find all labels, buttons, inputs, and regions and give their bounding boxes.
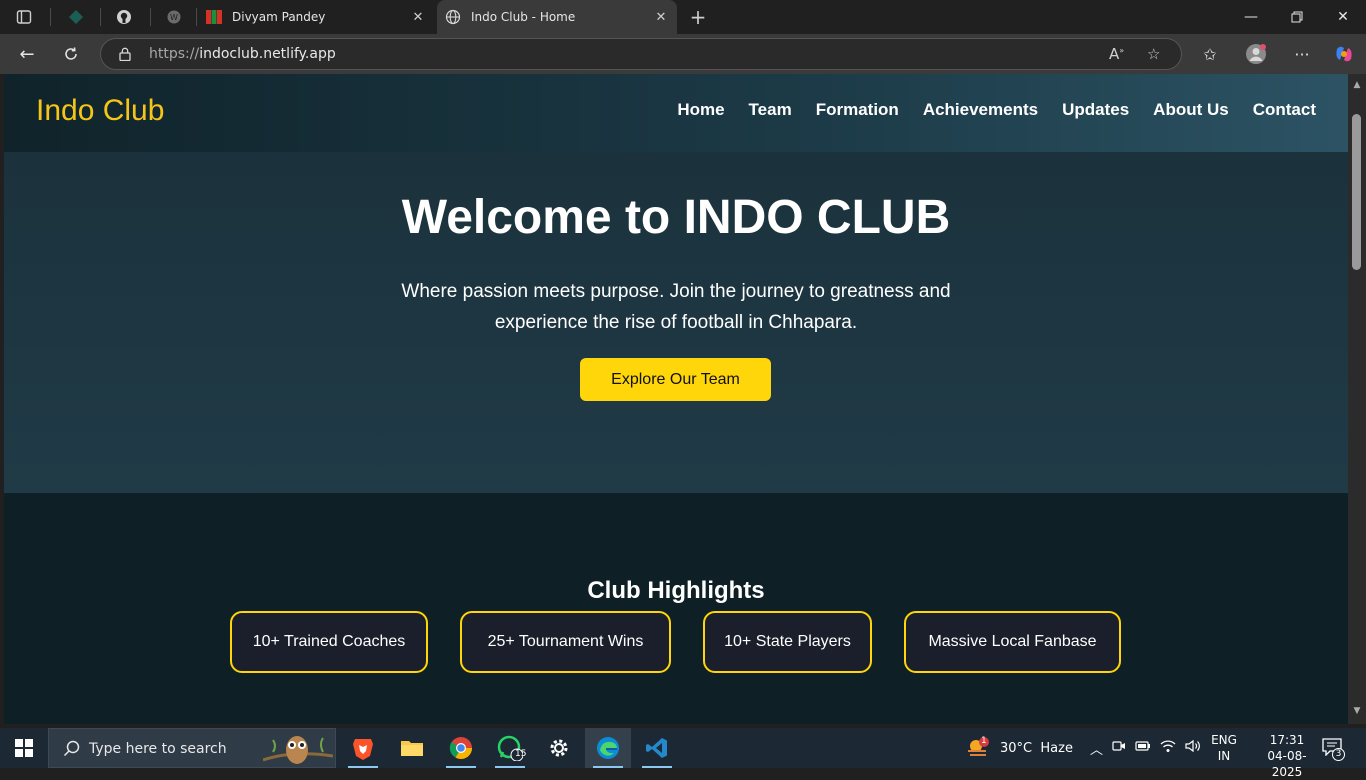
minimize-window-icon[interactable]: — xyxy=(1228,0,1274,34)
profile-avatar-icon[interactable] xyxy=(1244,42,1268,66)
scroll-up-arrow-icon[interactable]: ▲ xyxy=(1352,80,1362,90)
close-tab-icon[interactable]: ✕ xyxy=(410,10,426,25)
new-tab-plus-icon[interactable]: + xyxy=(688,5,708,29)
site-logo[interactable]: Indo Club xyxy=(36,94,164,128)
hero-section: Welcome to INDO CLUB Where passion meets… xyxy=(4,152,1348,493)
region-code: IN xyxy=(1217,749,1231,763)
favorite-star-icon[interactable]: ☆ xyxy=(1147,45,1160,63)
page-viewport: Indo Club Home Team Formation Achievemen… xyxy=(4,74,1348,724)
tab-divyam-pandey[interactable]: Divyam Pandey ✕ xyxy=(198,0,434,34)
battery-icon[interactable] xyxy=(1135,740,1151,756)
highlight-card: Massive Local Fanbase xyxy=(904,611,1121,673)
input-language-indicator[interactable]: ENG IN xyxy=(1208,732,1240,764)
lock-icon[interactable] xyxy=(119,47,131,61)
tab-actions-icon[interactable] xyxy=(14,7,34,27)
url-text[interactable]: https://indoclub.netlify.app xyxy=(149,46,336,62)
pinned-tab-wordpress-icon[interactable]: W xyxy=(164,7,184,27)
search-placeholder: Type here to search xyxy=(89,741,227,757)
hero-subtitle: Where passion meets purpose. Join the jo… xyxy=(401,281,951,333)
more-options-icon[interactable]: ··· xyxy=(1290,42,1314,66)
windows-taskbar: Type here to search 15 1 30°C Haze ︿ ENG… xyxy=(0,728,1366,779)
copilot-icon[interactable] xyxy=(1332,42,1356,66)
taskbar-file-explorer-icon[interactable] xyxy=(389,728,435,768)
taskbar-clock[interactable]: 17:31 04-08-2025 xyxy=(1254,732,1320,780)
taskbar-vscode-icon[interactable] xyxy=(634,728,680,768)
restore-window-icon[interactable] xyxy=(1274,0,1320,34)
back-arrow-icon[interactable]: ← xyxy=(14,42,40,66)
notification-center-icon[interactable]: 3 xyxy=(1322,738,1346,761)
tab-indo-club-home[interactable]: Indo Club - Home ✕ xyxy=(437,0,677,34)
explore-team-button[interactable]: Explore Our Team xyxy=(580,358,771,401)
meet-now-camera-icon[interactable] xyxy=(1112,739,1126,757)
weather-alert-badge: 1 xyxy=(981,736,987,746)
pinned-tab-github-icon[interactable] xyxy=(114,7,134,27)
page-scrollbar[interactable]: ▲ ▼ xyxy=(1348,74,1366,724)
read-aloud-icon[interactable]: A» xyxy=(1109,45,1124,63)
weather-widget[interactable]: 1 30°C Haze xyxy=(966,728,1073,768)
hero-title: Welcome to INDO CLUB xyxy=(401,191,951,244)
notification-count-badge: 3 xyxy=(1332,748,1345,761)
whatsapp-badge: 15 xyxy=(515,749,527,759)
clock-time: 17:31 xyxy=(1269,733,1305,747)
scroll-down-arrow-icon[interactable]: ▼ xyxy=(1352,706,1362,716)
globe-icon xyxy=(445,9,461,25)
taskbar-search-box[interactable]: Type here to search xyxy=(48,728,336,768)
site-header: Indo Club Home Team Formation Achievemen… xyxy=(4,74,1348,152)
browser-toolbar: ← https://indoclub.netlify.app A» ☆ ✩ ··… xyxy=(0,34,1366,74)
highlight-card: 10+ State Players xyxy=(703,611,872,673)
nav-link-team[interactable]: Team xyxy=(749,100,792,120)
tab-title: Indo Club - Home xyxy=(471,10,576,24)
nav-link-home[interactable]: Home xyxy=(677,100,724,120)
address-bar[interactable]: https://indoclub.netlify.app A» ☆ xyxy=(100,38,1182,70)
browser-tab-bar: W Divyam Pandey ✕ Indo Club - Home ✕ + —… xyxy=(0,0,1366,34)
gmail-like-favicon-icon xyxy=(206,9,222,25)
pinned-tab-diamond-icon[interactable] xyxy=(66,7,86,27)
owl-illustration-icon xyxy=(263,736,333,764)
nav-link-achievements[interactable]: Achievements xyxy=(923,100,1038,120)
wifi-icon[interactable] xyxy=(1160,739,1176,757)
highlight-card: 25+ Tournament Wins xyxy=(460,611,671,673)
taskbar-brave-icon[interactable] xyxy=(340,728,386,768)
weather-text: 30°C Haze xyxy=(1000,740,1073,756)
nav-link-about-us[interactable]: About Us xyxy=(1153,100,1229,120)
tab-title: Divyam Pandey xyxy=(232,10,326,24)
taskbar-settings-gear-icon[interactable] xyxy=(536,728,582,768)
show-hidden-icons-chevron-icon[interactable]: ︿ xyxy=(1090,739,1103,758)
club-highlights-section: Club Highlights 10+ Trained Coaches 25+ … xyxy=(4,493,1348,724)
nav-link-formation[interactable]: Formation xyxy=(816,100,899,120)
taskbar-whatsapp-icon[interactable]: 15 xyxy=(487,728,533,768)
nav-link-updates[interactable]: Updates xyxy=(1062,100,1129,120)
windows-start-icon[interactable] xyxy=(0,728,48,768)
svg-text:W: W xyxy=(170,13,178,22)
clock-date: 04-08-2025 xyxy=(1267,749,1307,779)
close-tab-icon[interactable]: ✕ xyxy=(653,10,669,25)
language-code: ENG xyxy=(1211,733,1237,747)
nav-link-contact[interactable]: Contact xyxy=(1253,100,1316,120)
highlight-card: 10+ Trained Coaches xyxy=(230,611,428,673)
scroll-thumb[interactable] xyxy=(1352,114,1361,270)
system-tray: ︿ xyxy=(1090,728,1201,768)
volume-speaker-icon[interactable] xyxy=(1185,739,1201,757)
close-window-icon[interactable]: ✕ xyxy=(1320,0,1366,34)
search-icon xyxy=(63,740,80,757)
highlights-title: Club Highlights xyxy=(587,577,765,604)
favorites-list-icon[interactable]: ✩ xyxy=(1198,42,1222,66)
refresh-icon[interactable] xyxy=(58,42,84,66)
taskbar-edge-icon[interactable] xyxy=(585,728,631,768)
site-nav: Home Team Formation Achievements Updates… xyxy=(677,100,1316,120)
taskbar-chrome-icon[interactable] xyxy=(438,728,484,768)
